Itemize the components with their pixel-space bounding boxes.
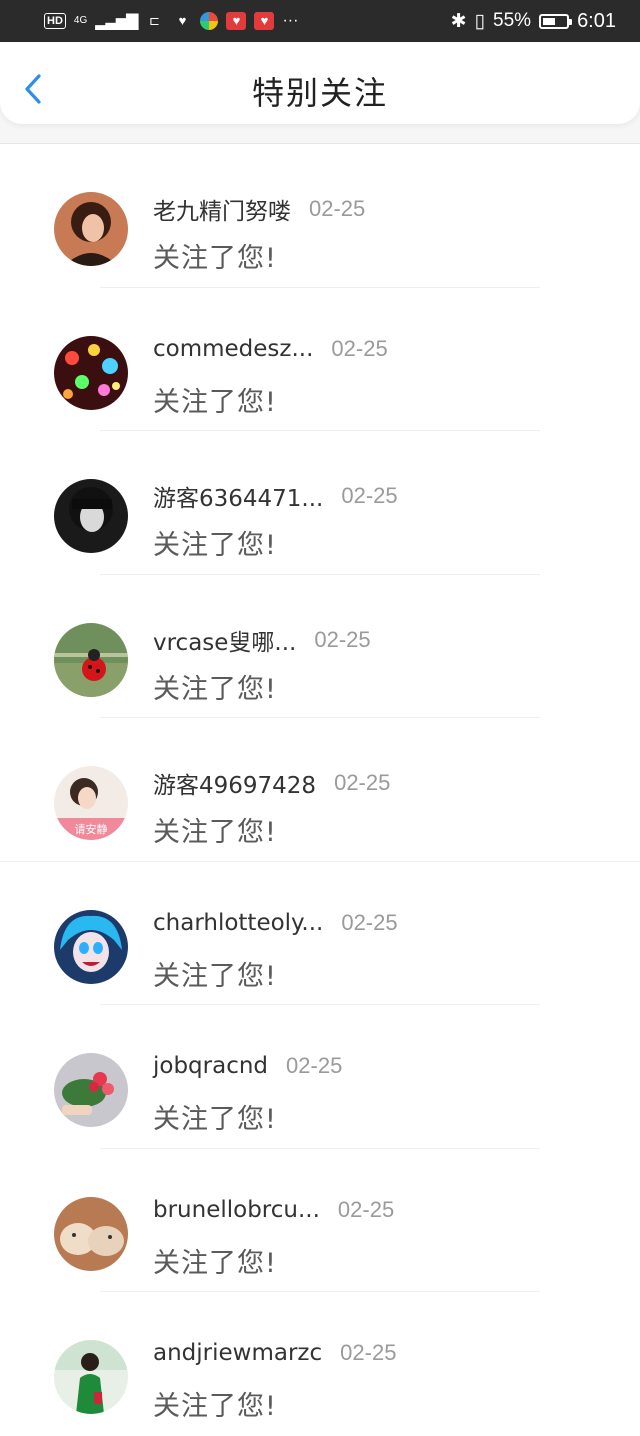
follow-message: 关注了您! bbox=[153, 1391, 277, 1422]
follow-item[interactable]: charhlotteoly... 02-25 关注了您! bbox=[0, 862, 640, 1005]
name-line: andjriewmarzc 02-25 bbox=[153, 1340, 396, 1366]
name-line: commedesz... 02-25 bbox=[153, 336, 388, 362]
battery-icon bbox=[539, 13, 573, 29]
follow-date: 02-25 bbox=[341, 909, 398, 935]
name-line: 游客6364471... 02-25 bbox=[153, 479, 398, 513]
follow-date: 02-25 bbox=[309, 196, 366, 221]
follow-item[interactable]: 老九精门努喽 02-25 关注了您! bbox=[0, 144, 640, 288]
vibrate-icon: ▯ bbox=[474, 10, 486, 32]
name-line: vrcase叟哪... 02-25 bbox=[153, 623, 371, 657]
avatar-girl-label[interactable]: 请安静 bbox=[54, 766, 128, 840]
follow-item[interactable]: andjriewmarzc 02-25 关注了您! bbox=[0, 1292, 640, 1436]
status-bar-right: ✱ ▯ 55% 6:01 bbox=[451, 10, 616, 33]
follow-item[interactable]: commedesz... 02-25 关注了您! bbox=[0, 288, 640, 431]
signal-icon: ▂▃▅▇ bbox=[95, 13, 138, 30]
more-notifications-icon: ··· bbox=[282, 12, 299, 29]
clock: 6:01 bbox=[577, 9, 616, 32]
follow-date: 02-25 bbox=[314, 626, 371, 652]
bag-icon: ⊏ bbox=[149, 13, 160, 28]
follow-message: 关注了您! bbox=[153, 960, 277, 992]
follow-date: 02-25 bbox=[340, 1340, 397, 1365]
avatar-bw-girl[interactable] bbox=[54, 479, 128, 553]
follow-date: 02-25 bbox=[286, 1053, 343, 1078]
avatar-blue-hair-cartoon[interactable] bbox=[54, 909, 128, 984]
heart-app-icon: ♥ bbox=[226, 12, 247, 30]
heart-app-icon-2: ♥ bbox=[254, 12, 275, 30]
user-name[interactable]: jobqracnd bbox=[153, 1053, 268, 1079]
follow-item[interactable]: brunellobrcu... 02-25 关注了您! bbox=[0, 1149, 640, 1292]
name-line: brunellobrcu... 02-25 bbox=[153, 1197, 394, 1223]
title-bar: 特别关注 bbox=[0, 42, 640, 144]
name-line: charhlotteoly... 02-25 bbox=[153, 910, 398, 936]
follow-date: 02-25 bbox=[334, 770, 391, 795]
heart-rate-icon: ♥ bbox=[178, 13, 187, 28]
follow-message: 关注了您! bbox=[153, 530, 277, 561]
follow-message: 关注了您! bbox=[153, 673, 277, 705]
follow-date: 02-25 bbox=[341, 483, 398, 508]
avatar-cats[interactable] bbox=[54, 1196, 128, 1271]
follow-message: 关注了您! bbox=[153, 1104, 277, 1135]
name-line: 老九精门努喽 02-25 bbox=[153, 192, 365, 226]
user-name[interactable]: 游客6364471... bbox=[153, 479, 323, 513]
follow-message: 关注了您! bbox=[153, 243, 277, 274]
user-name[interactable]: 游客49697428 bbox=[153, 766, 316, 800]
colorful-app-icon bbox=[200, 12, 219, 30]
user-name[interactable]: vrcase叟哪... bbox=[153, 623, 296, 657]
status-bar: HD 4G ▂▃▅▇ ⊏ ♥ ♥ ♥ ··· ✱ ▯ 55% 6:01 bbox=[0, 0, 640, 42]
avatar-flower-bouquet[interactable] bbox=[54, 1053, 128, 1127]
follow-item[interactable]: 游客6364471... 02-25 关注了您! bbox=[0, 431, 640, 575]
avatar-ladybug-child[interactable] bbox=[54, 622, 128, 697]
user-name[interactable]: charhlotteoly... bbox=[153, 910, 323, 936]
title-card: 特别关注 bbox=[0, 42, 640, 124]
user-name[interactable]: commedesz... bbox=[153, 336, 313, 362]
page-title: 特别关注 bbox=[251, 74, 388, 112]
follow-date: 02-25 bbox=[331, 335, 388, 361]
avatar-woman-portrait[interactable] bbox=[54, 192, 128, 266]
follow-item[interactable]: jobqracnd 02-25 关注了您! bbox=[0, 1005, 640, 1149]
user-name[interactable]: andjriewmarzc bbox=[153, 1340, 322, 1366]
follow-list: 老九精门努喽 02-25 关注了您! commedesz... 02-25 关注… bbox=[0, 144, 640, 1436]
follow-message: 关注了您! bbox=[153, 1247, 277, 1279]
battery-percent: 55% bbox=[493, 10, 532, 31]
follow-date: 02-25 bbox=[337, 1196, 395, 1222]
avatar-label-text: 请安静 bbox=[75, 822, 108, 836]
follow-item[interactable]: 请安静 游客49697428 02-25 关注了您! bbox=[0, 718, 640, 862]
follow-message: 关注了您! bbox=[153, 386, 277, 418]
name-line: jobqracnd 02-25 bbox=[153, 1053, 342, 1079]
follow-message: 关注了您! bbox=[153, 817, 277, 848]
hd-indicator: HD bbox=[44, 13, 66, 29]
status-bar-left: HD 4G ▂▃▅▇ ⊏ ♥ ♥ ♥ ··· bbox=[44, 11, 298, 31]
user-name[interactable]: brunellobrcu... bbox=[153, 1197, 320, 1223]
network-type: 4G bbox=[73, 15, 88, 26]
avatar-girl-green[interactable] bbox=[54, 1340, 128, 1414]
follow-item[interactable]: vrcase叟哪... 02-25 关注了您! bbox=[0, 575, 640, 718]
avatar-bokeh-lights[interactable] bbox=[54, 335, 128, 410]
bluetooth-icon: ✱ bbox=[450, 10, 467, 32]
name-line: 游客49697428 02-25 bbox=[153, 766, 390, 800]
user-name[interactable]: 老九精门努喽 bbox=[153, 192, 291, 226]
